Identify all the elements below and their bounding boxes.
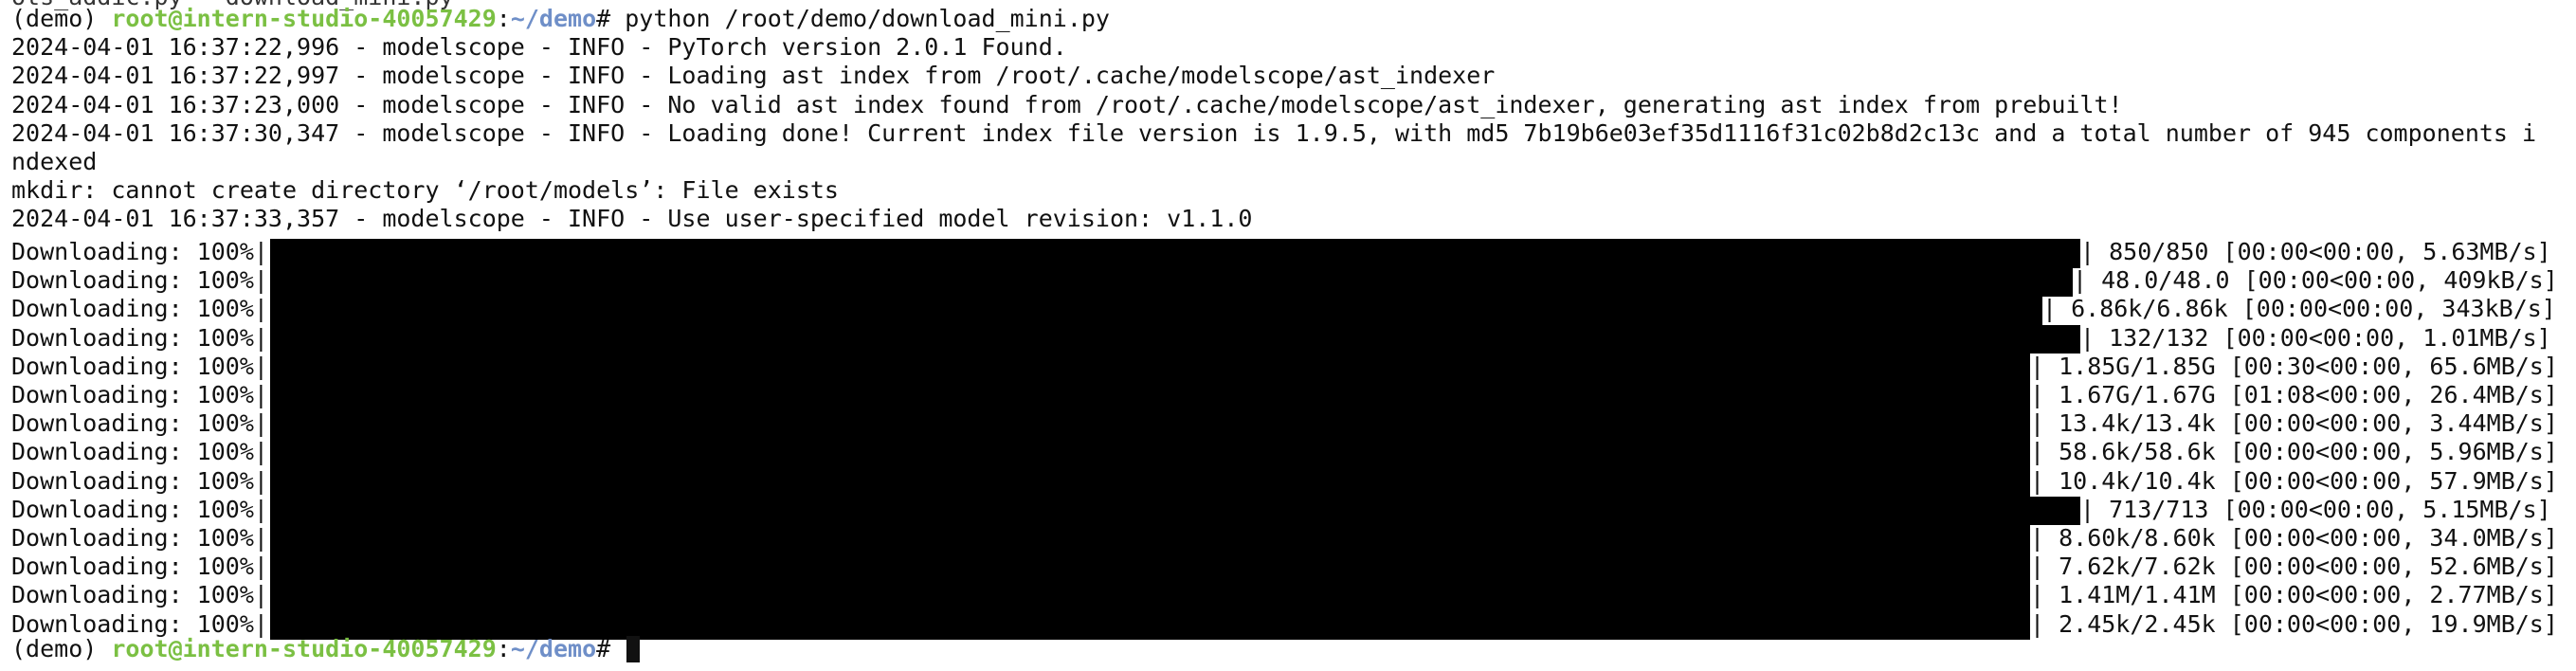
prompt-env: (demo) (11, 5, 112, 32)
download-stats: | 8.60k/8.60k [00:00<00:00, 34.0MB/s] (2030, 524, 2558, 552)
download-stats: | 2.45k/2.45k [00:00<00:00, 19.9MB/s] (2030, 609, 2558, 638)
text-cursor[interactable] (626, 636, 641, 662)
download-label: Downloading: 100%| (11, 553, 268, 581)
download-progress-bar (270, 496, 2080, 526)
download-progress-bar (270, 324, 2080, 354)
prompt-user-host: root@intern-studio-40057429 (111, 635, 497, 662)
prompt-colon: : (496, 5, 511, 32)
download-label: Downloading: 100%| (11, 352, 268, 380)
download-label: Downloading: 100%| (11, 438, 268, 466)
download-label: Downloading: 100%| (11, 466, 268, 495)
download-label: Downloading: 100%| (11, 266, 268, 295)
prompt-user-host: root@intern-studio-40057429 (111, 5, 497, 32)
download-progress-bar (270, 267, 2073, 297)
download-label: Downloading: 100%| (11, 581, 268, 609)
command-prompt-line: (demo) root@intern-studio-40057429:~/dem… (11, 5, 1110, 33)
download-stats: | 13.4k/13.4k [00:00<00:00, 3.44MB/s] (2030, 409, 2558, 438)
download-stats: | 1.85G/1.85G [00:30<00:00, 65.6MB/s] (2030, 352, 2558, 380)
download-progress-bar (270, 439, 2030, 469)
log-line: 2024-04-01 16:37:22,997 - modelscope - I… (11, 62, 1496, 90)
download-label: Downloading: 100%| (11, 295, 268, 323)
download-progress-bar (270, 467, 2030, 498)
download-stats: | 7.62k/7.62k [00:00<00:00, 52.6MB/s] (2030, 553, 2558, 581)
log-line: 2024-04-01 16:37:33,357 - modelscope - I… (11, 205, 1253, 233)
download-progress-bar (270, 553, 2030, 583)
download-progress-bar (270, 296, 2042, 326)
download-progress-bar (270, 239, 2080, 268)
download-progress-bar (270, 525, 2030, 554)
prompt-colon: : (496, 635, 511, 662)
download-label: Downloading: 100%| (11, 495, 268, 523)
download-stats: | 713/713 [00:00<00:00, 5.15MB/s] (2080, 495, 2551, 523)
download-label: Downloading: 100%| (11, 381, 268, 408)
download-label: Downloading: 100%| (11, 238, 268, 265)
download-stats: | 48.0/48.0 [00:00<00:00, 409kB/s] (2073, 266, 2558, 295)
download-progress-bar (270, 582, 2030, 612)
download-stats: | 10.4k/10.4k [00:00<00:00, 57.9MB/s] (2030, 466, 2558, 495)
log-line: ndexed (11, 148, 98, 175)
download-progress-bar (270, 410, 2030, 440)
terminal-window[interactable]: ots_addic.py download_mini.py (demo) roo… (0, 0, 2576, 671)
error-line: mkdir: cannot create directory ‘/root/mo… (11, 176, 839, 205)
prompt-symbol: # (596, 5, 626, 32)
download-label: Downloading: 100%| (11, 409, 268, 438)
prompt-env: (demo) (11, 635, 112, 662)
download-stats: | 1.41M/1.41M [00:00<00:00, 2.77MB/s] (2030, 581, 2558, 609)
download-progress-bar (270, 353, 2030, 383)
prompt-path: ~/demo (510, 635, 597, 662)
prompt-path: ~/demo (510, 5, 597, 32)
download-stats: | 132/132 [00:00<00:00, 1.01MB/s] (2080, 323, 2551, 352)
download-label: Downloading: 100%| (11, 524, 268, 552)
prompt-symbol: # (596, 635, 626, 662)
log-line: 2024-04-01 16:37:23,000 - modelscope - I… (11, 90, 2123, 118)
download-label: Downloading: 100%| (11, 323, 268, 352)
final-prompt-line: (demo) root@intern-studio-40057429:~/dem… (11, 635, 641, 663)
download-stats: | 850/850 [00:00<00:00, 5.63MB/s] (2080, 238, 2551, 265)
download-stats: | 6.86k/6.86k [00:00<00:00, 343kB/s] (2042, 295, 2556, 323)
download-stats: | 1.67G/1.67G [01:08<00:00, 26.4MB/s] (2030, 381, 2558, 408)
download-stats: | 58.6k/58.6k [00:00<00:00, 5.96MB/s] (2030, 438, 2558, 466)
log-line: 2024-04-01 16:37:30,347 - modelscope - I… (11, 118, 2537, 147)
log-line: 2024-04-01 16:37:22,996 - modelscope - I… (11, 33, 1067, 62)
download-progress-bar (270, 382, 2030, 411)
command-text: python /root/demo/download_mini.py (625, 5, 1110, 32)
